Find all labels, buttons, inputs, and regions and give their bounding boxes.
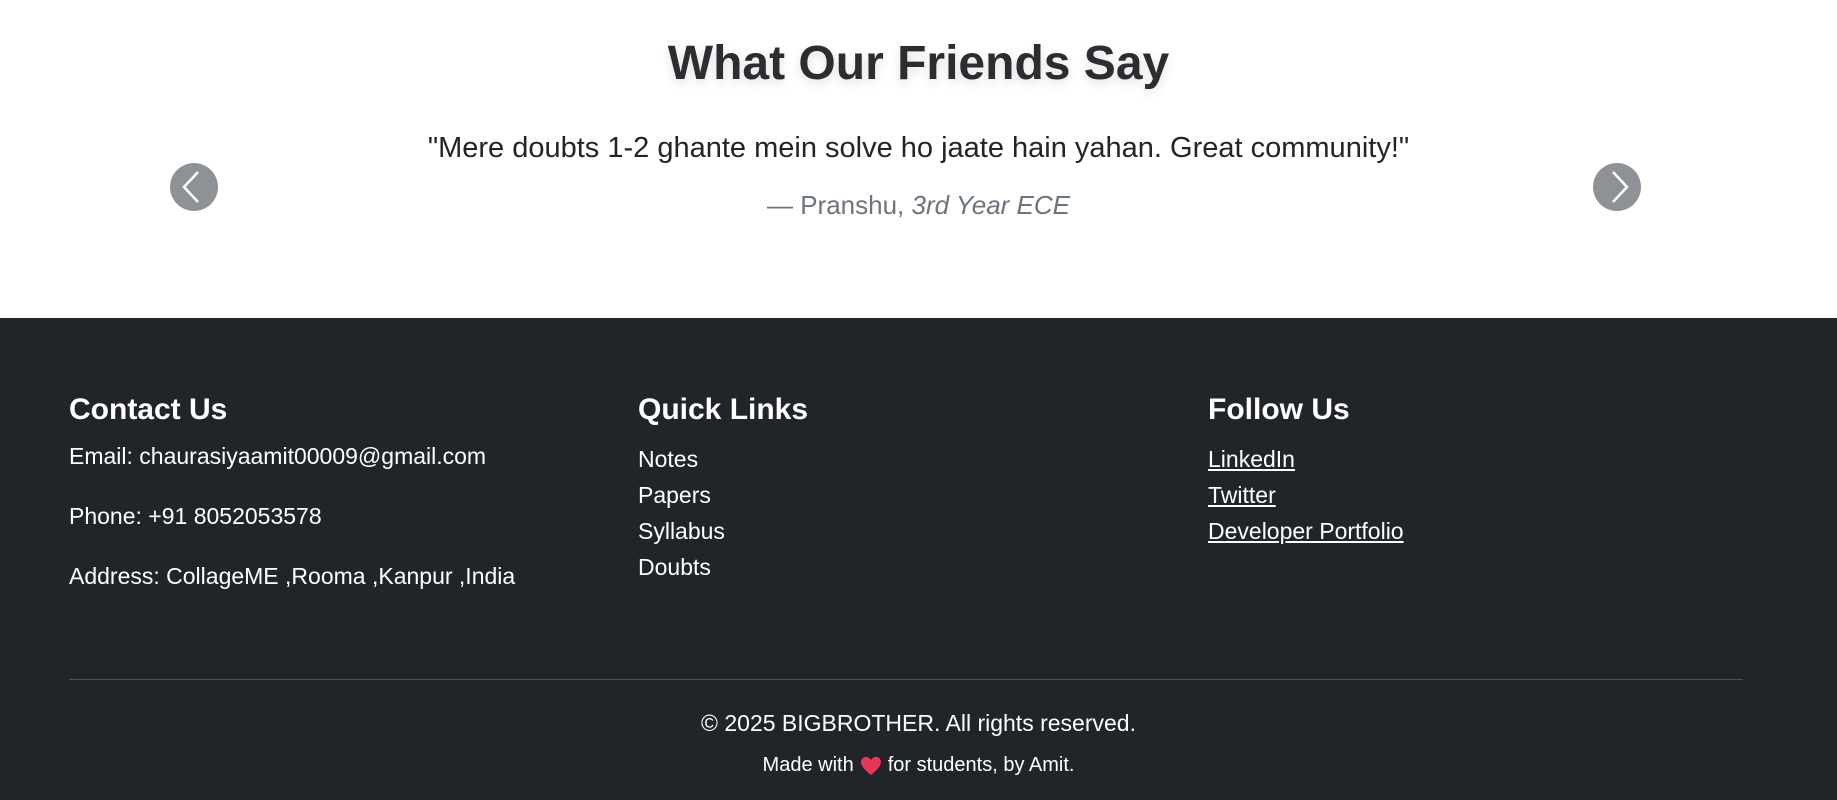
contact-address: Address: CollageME ,Rooma ,Kanpur ,India xyxy=(69,563,516,589)
carousel-next-button[interactable] xyxy=(1593,163,1641,211)
heart-icon xyxy=(860,756,881,775)
quick-link-papers[interactable]: Papers xyxy=(638,477,808,513)
quick-links-column: Quick Links Notes Papers Syllabus Doubts xyxy=(638,393,808,585)
made-with-text: Made with for students, by Amit. xyxy=(0,754,1837,777)
follow-column: Follow Us LinkedIn Twitter Developer Por… xyxy=(1208,393,1404,549)
testimonials-section: What Our Friends Say "Mere doubts 1-2 gh… xyxy=(0,0,1837,318)
contact-heading: Contact Us xyxy=(69,393,228,426)
quick-link-notes[interactable]: Notes xyxy=(638,441,808,477)
section-title: What Our Friends Say xyxy=(667,37,1170,90)
follow-link-twitter[interactable]: Twitter xyxy=(1208,477,1404,513)
quick-link-doubts[interactable]: Doubts xyxy=(638,549,808,585)
author-name: — Pranshu, xyxy=(766,190,912,220)
quick-links-heading: Quick Links xyxy=(638,393,809,426)
footer-divider xyxy=(69,679,1743,680)
follow-link-linkedin[interactable]: LinkedIn xyxy=(1208,441,1404,477)
quick-link-syllabus[interactable]: Syllabus xyxy=(638,513,808,549)
testimonial-quote: "Mere doubts 1-2 ghante mein solve ho ja… xyxy=(427,132,1410,164)
site-footer: Contact Us Email: chaurasiyaamit00009@gm… xyxy=(0,318,1837,800)
made-with-prefix: Made with xyxy=(762,754,854,776)
testimonial-author: — Pranshu, 3rd Year ECE xyxy=(0,190,1837,221)
made-with-suffix: for students, by Amit. xyxy=(887,754,1075,776)
chevron-right-icon xyxy=(1612,171,1629,203)
follow-heading: Follow Us xyxy=(1208,393,1350,426)
contact-column: Contact Us Email: chaurasiyaamit00009@gm… xyxy=(69,393,515,621)
contact-email: Email: chaurasiyaamit00009@gmail.com xyxy=(69,443,487,469)
author-role: 3rd Year ECE xyxy=(911,190,1071,220)
follow-link-portfolio[interactable]: Developer Portfolio xyxy=(1208,513,1404,549)
copyright-text: © 2025 BIGBROTHER. All rights reserved. xyxy=(701,710,1136,736)
contact-phone: Phone: +91 8052053578 xyxy=(69,503,322,529)
